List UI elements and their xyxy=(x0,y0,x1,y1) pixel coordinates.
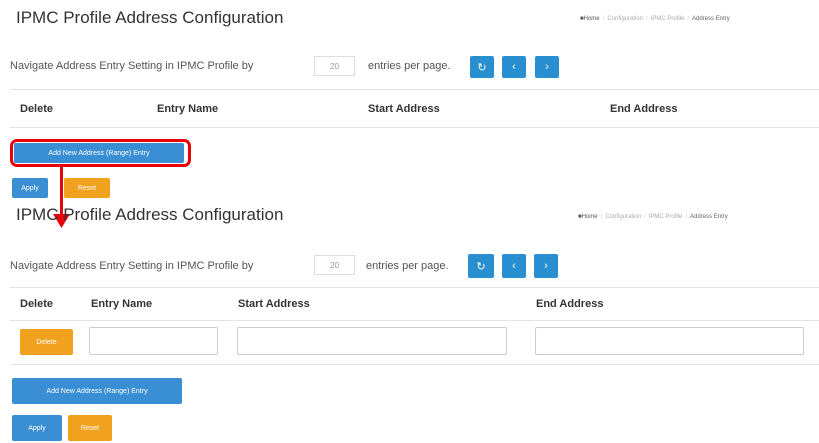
page-title-2: IPMC Profile Address Configuration xyxy=(16,205,284,224)
column-header-end-address-2: End Address xyxy=(536,298,604,310)
column-header-start-address: Start Address xyxy=(368,103,440,115)
delete-row-button[interactable]: Delete xyxy=(20,329,73,355)
add-new-address-entry-button-2[interactable]: Add New Address (Range) Entry xyxy=(12,378,182,404)
breadcrumb-home[interactable]: Home xyxy=(582,214,598,220)
next-page-button[interactable]: › xyxy=(535,56,559,78)
navigate-label: Navigate Address Entry Setting in IPMC P… xyxy=(10,60,254,72)
column-header-delete-2: Delete xyxy=(20,298,54,310)
breadcrumb: ■Home / Configuration / IPMC Profile / Address… xyxy=(580,16,730,22)
breadcrumb-current: Address Entry xyxy=(692,16,730,22)
table-top-border-2 xyxy=(10,287,819,288)
refresh-icon: ↻ xyxy=(477,61,487,74)
column-header-end-address: End Address xyxy=(610,103,678,115)
column-header-entry-name-2: Entry Name xyxy=(91,298,153,310)
chevron-left-icon: ‹ xyxy=(512,260,516,272)
breadcrumb-2: ■Home / Configuration / IPMC Profile / Address… xyxy=(578,214,728,220)
end-address-input[interactable] xyxy=(535,327,804,355)
page-title: IPMC Profile Address Configuration xyxy=(16,8,284,27)
reset-button[interactable]: Reset xyxy=(64,178,110,198)
column-header-entry-name: Entry Name xyxy=(157,103,219,115)
breadcrumb-current: Address Entry xyxy=(690,214,728,220)
breadcrumb-ipmc-profile[interactable]: IPMC Profile xyxy=(649,214,683,220)
entries-per-page-label-2: entries per page. xyxy=(366,260,449,272)
table-bottom-border-2 xyxy=(10,364,819,365)
column-header-start-address-2: Start Address xyxy=(238,298,310,310)
apply-button[interactable]: Apply xyxy=(12,178,48,198)
reset-button-2[interactable]: Reset xyxy=(68,415,112,441)
column-header-delete: Delete xyxy=(20,103,54,115)
navigate-label-2: Navigate Address Entry Setting in IPMC P… xyxy=(10,260,254,272)
apply-button-2[interactable]: Apply xyxy=(12,415,62,441)
entries-per-page-input-2[interactable] xyxy=(314,255,355,275)
refresh-icon: ↻ xyxy=(476,260,486,273)
start-address-input[interactable] xyxy=(237,327,507,355)
next-page-button-2[interactable]: › xyxy=(534,254,558,278)
previous-page-button[interactable]: ‹ xyxy=(502,56,526,78)
breadcrumb-configuration[interactable]: Configuration xyxy=(605,214,641,220)
table-top-border xyxy=(10,89,819,90)
chevron-left-icon: ‹ xyxy=(512,61,516,73)
table-header-border-2 xyxy=(10,320,819,321)
previous-page-button-2[interactable]: ‹ xyxy=(502,254,526,278)
breadcrumb-configuration[interactable]: Configuration xyxy=(607,16,643,22)
add-new-address-entry-button[interactable]: Add New Address (Range) Entry xyxy=(14,143,184,163)
breadcrumb-home[interactable]: Home xyxy=(584,16,600,22)
entries-per-page-input[interactable] xyxy=(314,56,355,76)
chevron-right-icon: › xyxy=(544,260,548,272)
refresh-button-2[interactable]: ↻ xyxy=(468,254,494,278)
chevron-right-icon: › xyxy=(545,61,549,73)
entry-name-input[interactable] xyxy=(89,327,218,355)
table-bottom-border xyxy=(10,127,819,128)
breadcrumb-ipmc-profile[interactable]: IPMC Profile xyxy=(651,16,685,22)
entries-per-page-label: entries per page. xyxy=(368,60,451,72)
refresh-button[interactable]: ↻ xyxy=(470,56,494,78)
